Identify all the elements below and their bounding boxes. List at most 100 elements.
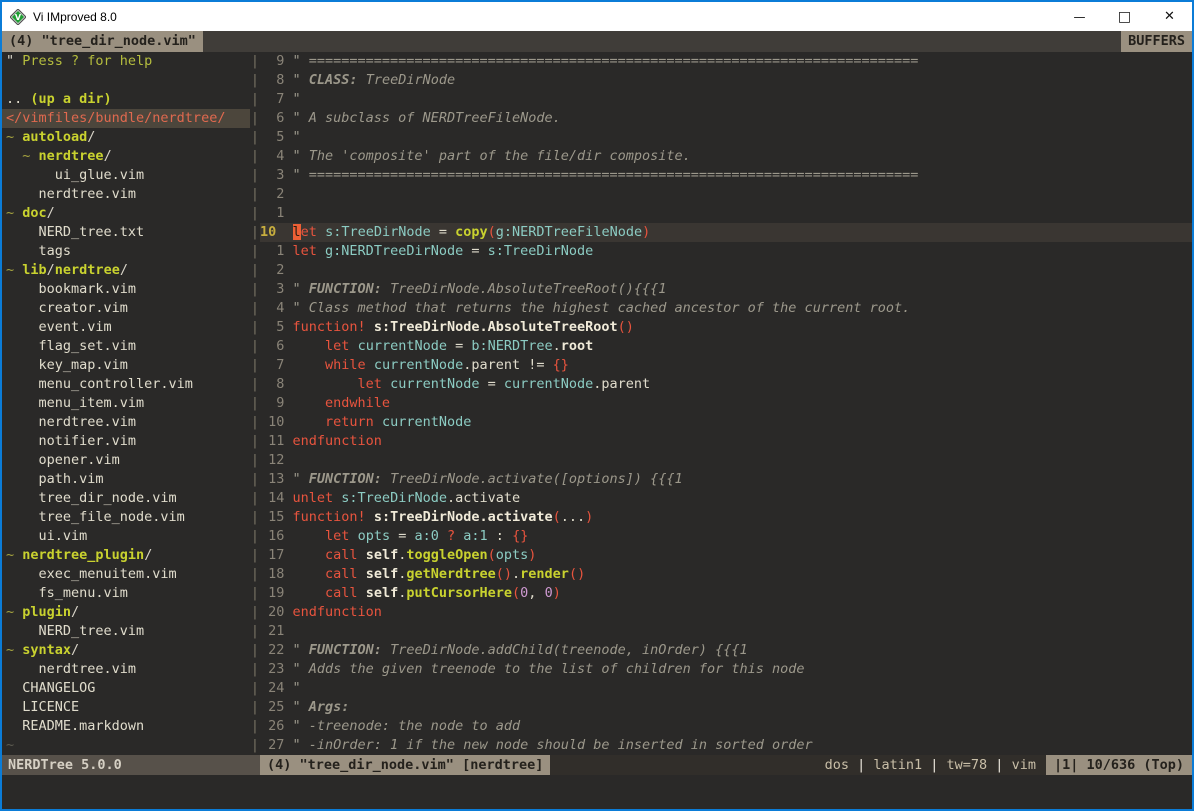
line-number: 25	[260, 698, 293, 717]
tree-item[interactable]: CHANGELOG	[2, 679, 250, 698]
tree-item[interactable]	[2, 71, 250, 90]
tree-item[interactable]: menu_item.vim	[2, 394, 250, 413]
line-number: 9	[260, 394, 293, 413]
command-line[interactable]	[2, 775, 1192, 809]
tree-item[interactable]: path.vim	[2, 470, 250, 489]
line-number: 8	[260, 375, 293, 394]
window-split-separator[interactable]: | | | | | | | | | | | | | | | | | | | | …	[250, 52, 260, 755]
code-line[interactable]: 4 " Class method that returns the highes…	[260, 299, 1192, 318]
code-line[interactable]: 1 let g:NERDTreeDirNode = s:TreeDirNode	[260, 242, 1192, 261]
statusline-position: |1| 10/636 (Top)	[1046, 755, 1192, 775]
tree-item[interactable]: ~ nerdtree_plugin/	[2, 546, 250, 565]
tree-item[interactable]: flag_set.vim	[2, 337, 250, 356]
code-line[interactable]: 7 while currentNode.parent != {}	[260, 356, 1192, 375]
code-line[interactable]: 10 return currentNode	[260, 413, 1192, 432]
tab-tree-dir-node[interactable]: (4) "tree_dir_node.vim"	[2, 31, 203, 52]
code-line[interactable]: 9 endwhile	[260, 394, 1192, 413]
code-line[interactable]: 8 " CLASS: TreeDirNode	[260, 71, 1192, 90]
close-button[interactable]: ✕	[1147, 2, 1192, 31]
tree-item[interactable]: ui.vim	[2, 527, 250, 546]
code-line[interactable]: 21	[260, 622, 1192, 641]
tree-item[interactable]: creator.vim	[2, 299, 250, 318]
tree-item[interactable]: key_map.vim	[2, 356, 250, 375]
code-line[interactable]: 1	[260, 204, 1192, 223]
tree-item[interactable]: menu_controller.vim	[2, 375, 250, 394]
tree-item[interactable]: NERD_tree.vim	[2, 622, 250, 641]
tree-item[interactable]: ui_glue.vim	[2, 166, 250, 185]
code-line[interactable]: 19 call self.putCursorHere(0, 0)	[260, 584, 1192, 603]
tree-item[interactable]: ~	[2, 736, 250, 755]
code-line[interactable]: 6 let currentNode = b:NERDTree.root	[260, 337, 1192, 356]
code-line[interactable]: 3 " FUNCTION: TreeDirNode.AbsoluteTreeRo…	[260, 280, 1192, 299]
code-line[interactable]: 4 " The 'composite' part of the file/dir…	[260, 147, 1192, 166]
code-line[interactable]: 25 " Args:	[260, 698, 1192, 717]
title-bar[interactable]: V Vi IMproved 8.0 — □ ✕	[2, 2, 1192, 31]
line-number: 11	[260, 432, 293, 451]
code-line[interactable]: 23 " Adds the given treenode to the list…	[260, 660, 1192, 679]
tree-item[interactable]: </vimfiles/bundle/nerdtree/	[2, 109, 250, 128]
tree-item[interactable]: opener.vim	[2, 451, 250, 470]
line-number: 4	[260, 147, 293, 166]
code-line[interactable]: 11 endfunction	[260, 432, 1192, 451]
tree-item[interactable]: LICENCE	[2, 698, 250, 717]
code-line[interactable]: 3 " ====================================…	[260, 166, 1192, 185]
tree-item[interactable]: nerdtree.vim	[2, 660, 250, 679]
tree-item[interactable]: ~ lib/nerdtree/	[2, 261, 250, 280]
nerdtree-statusline: NERDTree 5.0.0	[2, 755, 260, 775]
code-line[interactable]: 8 let currentNode = currentNode.parent	[260, 375, 1192, 394]
line-number: 6	[260, 109, 293, 128]
line-number: 5	[260, 318, 293, 337]
tree-item[interactable]: nerdtree.vim	[2, 413, 250, 432]
code-line[interactable]: 7 "	[260, 90, 1192, 109]
code-line[interactable]: 27 " -inOrder: 1 if the new node should …	[260, 736, 1192, 755]
code-line[interactable]: 12	[260, 451, 1192, 470]
tree-item[interactable]: ~ syntax/	[2, 641, 250, 660]
code-line[interactable]: 2	[260, 261, 1192, 280]
tree-item[interactable]: ~ plugin/	[2, 603, 250, 622]
tabline-spacer	[203, 31, 1121, 52]
code-line[interactable]: 26 " -treenode: the node to add	[260, 717, 1192, 736]
line-number: 19	[260, 584, 293, 603]
tree-item[interactable]: tree_dir_node.vim	[2, 489, 250, 508]
code-line[interactable]: 5 function! s:TreeDirNode.AbsoluteTreeRo…	[260, 318, 1192, 337]
code-line[interactable]: 6 " A subclass of NERDTreeFileNode.	[260, 109, 1192, 128]
line-number: 24	[260, 679, 293, 698]
code-line[interactable]: 22 " FUNCTION: TreeDirNode.addChild(tree…	[260, 641, 1192, 660]
line-number: 3	[260, 280, 293, 299]
code-line[interactable]: 2	[260, 185, 1192, 204]
code-line[interactable]: 16 let opts = a:0 ? a:1 : {}	[260, 527, 1192, 546]
line-number: 12	[260, 451, 293, 470]
code-line[interactable]: 18 call self.getNerdtree().render()	[260, 565, 1192, 584]
code-line[interactable]: 5 "	[260, 128, 1192, 147]
tree-item[interactable]: " Press ? for help	[2, 52, 250, 71]
line-number: 26	[260, 717, 293, 736]
tree-item[interactable]: ~ doc/	[2, 204, 250, 223]
code-line[interactable]: 15 function! s:TreeDirNode.activate(...)	[260, 508, 1192, 527]
code-line[interactable]: 10 let s:TreeDirNode = copy(g:NERDTreeFi…	[260, 223, 1192, 242]
tree-item[interactable]: ~ autoload/	[2, 128, 250, 147]
tree-item[interactable]: ~ nerdtree/	[2, 147, 250, 166]
code-line[interactable]: 17 call self.toggleOpen(opts)	[260, 546, 1192, 565]
code-line[interactable]: 20 endfunction	[260, 603, 1192, 622]
minimize-button[interactable]: —	[1057, 2, 1102, 31]
code-line[interactable]: 24 "	[260, 679, 1192, 698]
line-number: 20	[260, 603, 293, 622]
tree-item[interactable]: event.vim	[2, 318, 250, 337]
buffers-tab[interactable]: BUFFERS	[1121, 31, 1192, 52]
tree-item[interactable]: NERD_tree.txt	[2, 223, 250, 242]
nerdtree-panel: " Press ? for help .. (up a dir)</vimfile…	[2, 52, 250, 755]
tree-item[interactable]: .. (up a dir)	[2, 90, 250, 109]
code-line[interactable]: 14 unlet s:TreeDirNode.activate	[260, 489, 1192, 508]
tree-item[interactable]: tags	[2, 242, 250, 261]
tree-item[interactable]: notifier.vim	[2, 432, 250, 451]
tree-item[interactable]: README.markdown	[2, 717, 250, 736]
tree-item[interactable]: nerdtree.vim	[2, 185, 250, 204]
tree-item[interactable]: fs_menu.vim	[2, 584, 250, 603]
tree-item[interactable]: exec_menuitem.vim	[2, 565, 250, 584]
tree-item[interactable]: bookmark.vim	[2, 280, 250, 299]
tree-item[interactable]: tree_file_node.vim	[2, 508, 250, 527]
code-line[interactable]: 9 " ====================================…	[260, 52, 1192, 71]
code-line[interactable]: 13 " FUNCTION: TreeDirNode.activate([opt…	[260, 470, 1192, 489]
vim-logo-icon: V	[10, 9, 26, 25]
maximize-button[interactable]: □	[1102, 2, 1147, 31]
